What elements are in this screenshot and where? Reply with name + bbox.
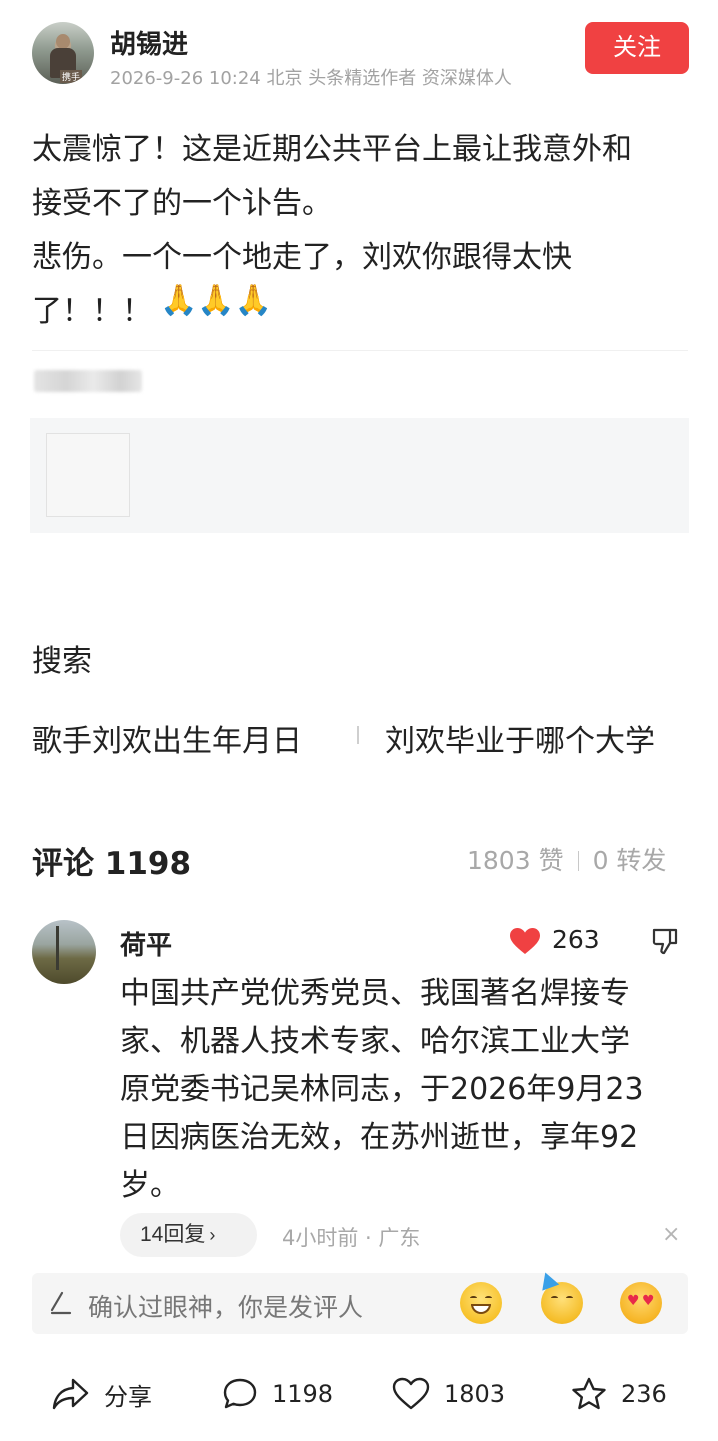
replies-button[interactable]: 14回复 ›	[120, 1213, 257, 1257]
blurred-text	[34, 370, 142, 392]
comment-line: 家、机器人技术专家、哈尔滨工业大学	[120, 1024, 630, 1059]
replies-label: 14回复	[140, 1223, 206, 1246]
post-text-line: 了！！！	[32, 294, 152, 329]
share-button[interactable]: 分享	[52, 1373, 152, 1415]
comments-button[interactable]: 1198	[222, 1373, 333, 1415]
favorite-button[interactable]: 236	[571, 1373, 667, 1415]
commenter-name[interactable]: 荷平	[120, 925, 172, 962]
post-text-line: 太震惊了！这是近期公共平台上最让我意外和	[32, 132, 632, 167]
divider	[357, 726, 359, 744]
pray-emoji: 🙏	[234, 283, 273, 318]
like-stat[interactable]: 1803 赞	[467, 846, 564, 875]
heart-icon[interactable]	[509, 927, 541, 959]
comment-line: 日因病医治无效，在苏州逝世，享年92	[120, 1120, 639, 1155]
like-button[interactable]: 1803	[392, 1373, 505, 1415]
avatar-tag: 携手	[60, 70, 83, 83]
pray-emoji: 🙏	[197, 283, 235, 318]
star-icon	[572, 1377, 606, 1410]
comment-like-count: 263	[552, 925, 600, 954]
dislike-icon[interactable]	[650, 926, 680, 960]
comment-body: 中国共产党优秀党员、我国著名焊接专 家、机器人技术专家、哈尔滨工业大学 原党委书…	[120, 970, 680, 1210]
comment-line: 中国共产党优秀党员、我国著名焊接专	[120, 976, 630, 1011]
prayer-emojis: 🙏🙏🙏	[160, 283, 272, 318]
comment-line: 岁。	[120, 1168, 180, 1203]
close-icon[interactable]: ×	[662, 1222, 680, 1247]
pray-emoji: 🙏	[160, 283, 198, 318]
share-label: 分享	[104, 1382, 152, 1411]
author-avatar[interactable]: 携手	[32, 22, 94, 84]
chevron-right-icon: ›	[209, 1225, 216, 1245]
commenter-avatar[interactable]	[32, 920, 96, 984]
search-title: 搜索	[32, 644, 92, 679]
repost-stat[interactable]: 0 转发	[593, 846, 667, 875]
post-text-line: 悲伤。一个一个地走了，刘欢你跟得太快	[32, 240, 572, 275]
heart-eyes-emoji-icon[interactable]: ♥ ♥	[620, 1282, 662, 1324]
comment-line: 原党委书记吴林同志，于2026年9月23	[120, 1072, 644, 1107]
comment-icon	[223, 1378, 257, 1409]
search-link[interactable]: 刘欢毕业于哪个大学	[385, 716, 655, 760]
favorite-count: 236	[621, 1380, 667, 1408]
comment-input[interactable]: 确认过眼神，你是发评人	[88, 1288, 363, 1324]
card-thumbnail	[46, 433, 130, 517]
author-meta: 2026-9-26 10:24 北京 头条精选作者 资深媒体人	[110, 68, 512, 89]
heart-outline-icon	[392, 1377, 430, 1410]
party-emoji-icon[interactable]	[536, 1269, 583, 1324]
divider	[32, 350, 688, 351]
like-count: 1803	[444, 1380, 506, 1408]
comment-meta: 4小时前 · 广东	[282, 1226, 421, 1250]
comments-title: 评论 1198	[32, 846, 192, 882]
comment-count: 1198	[272, 1380, 334, 1408]
pen-icon	[48, 1290, 74, 1320]
grinning-emoji-icon[interactable]	[460, 1282, 502, 1324]
share-icon	[52, 1378, 89, 1410]
post-stats: 1803 赞 0 转发	[467, 841, 666, 877]
post-text-line: 接受不了的一个讣告。	[32, 186, 332, 221]
follow-button[interactable]: 关注	[585, 22, 689, 74]
author-name[interactable]: 胡锡进	[110, 24, 188, 61]
search-link[interactable]: 歌手刘欢出生年月日	[32, 716, 302, 760]
